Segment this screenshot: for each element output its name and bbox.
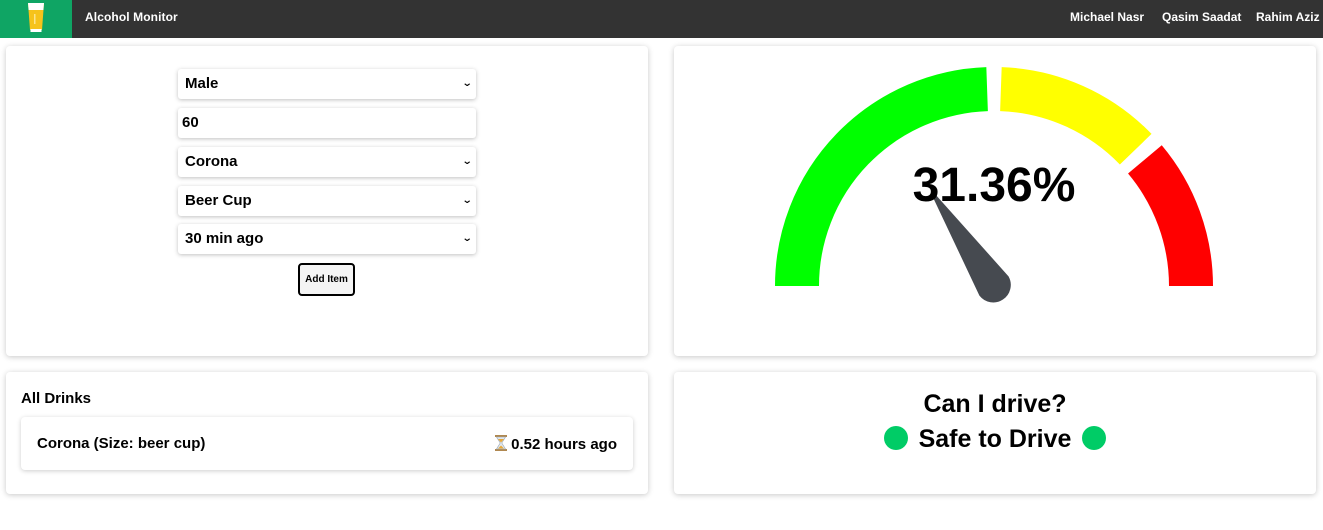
time-select-value: 30 min ago [185, 230, 264, 247]
drink-time: 0.52 hours ago [495, 435, 617, 453]
top-navbar: Alcohol Monitor Michael Nasr Qasim Saada… [0, 0, 1323, 38]
gender-select-value: Male [185, 75, 219, 92]
beer-glass-icon [28, 3, 44, 32]
chevron-down-icon: ⌄ [461, 78, 473, 89]
drink-select-value: Corona [185, 153, 238, 170]
drinks-title: All Drinks [21, 390, 92, 407]
drink-form-card: Male ⌄ 60 Corona ⌄ Beer Cup ⌄ 30 min ago… [6, 46, 648, 356]
gauge-zone-danger [1127, 145, 1213, 287]
size-select-value: Beer Cup [185, 192, 252, 209]
drive-status-card: Can I drive? Safe to Drive [674, 372, 1316, 494]
drink-time-value: 0.52 hours ago [511, 436, 617, 453]
weight-input-value: 60 [182, 114, 199, 131]
add-item-button[interactable]: Add Item [298, 263, 355, 296]
drinks-list-card: All Drinks Corona (Size: beer cup) 0.52 … [6, 372, 648, 494]
gender-select[interactable]: Male ⌄ [178, 69, 476, 99]
drive-status: Safe to Drive [674, 425, 1316, 454]
bac-gauge: 31.36% [775, 67, 1213, 303]
drink-select[interactable]: Corona ⌄ [178, 147, 476, 177]
time-select[interactable]: 30 min ago ⌄ [178, 224, 476, 254]
bac-value-text: 31.36% [913, 159, 1076, 212]
status-dot-icon [883, 426, 908, 450]
chevron-down-icon: ⌄ [461, 195, 473, 206]
drink-name: Corona (Size: beer cup) [37, 435, 206, 452]
status-dot-icon [1082, 426, 1107, 450]
drive-question: Can I drive? [923, 390, 1067, 418]
gauge-zone-caution [999, 67, 1152, 165]
size-select[interactable]: Beer Cup ⌄ [178, 186, 476, 216]
chevron-down-icon: ⌄ [461, 156, 473, 167]
chevron-down-icon: ⌄ [461, 233, 473, 244]
list-item: Corona (Size: beer cup) 0.52 hours ago [21, 417, 633, 470]
drive-status-text: Safe to Drive [918, 425, 1072, 453]
weight-input[interactable]: 60 [178, 108, 476, 138]
hourglass-icon [495, 435, 508, 451]
bac-gauge-card: 31.36% [674, 46, 1316, 356]
nav-link-qasim-saadat[interactable]: Qasim Saadat [1162, 10, 1241, 24]
nav-link-rahim-aziz[interactable]: Rahim Aziz [1256, 10, 1320, 24]
logo[interactable] [0, 0, 72, 38]
nav-link-michael-nasr[interactable]: Michael Nasr [1070, 10, 1144, 24]
app-title: Alcohol Monitor [85, 10, 178, 24]
